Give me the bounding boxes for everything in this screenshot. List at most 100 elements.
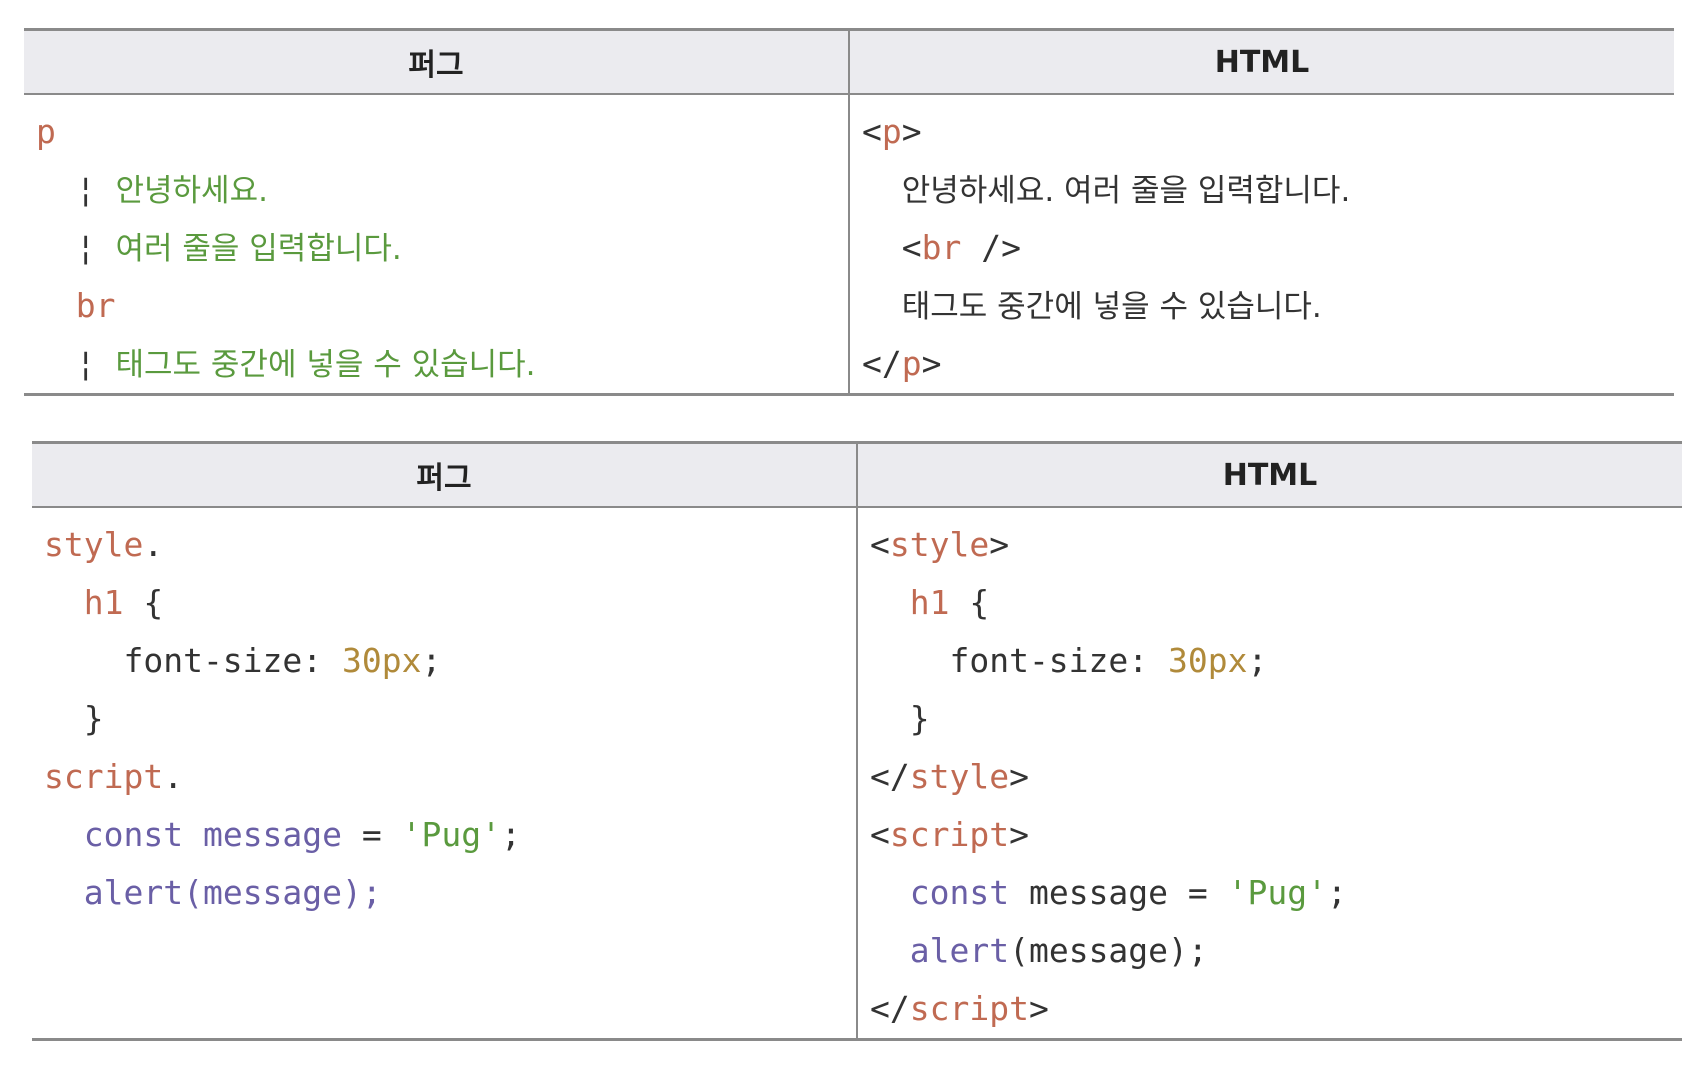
code-token: < [862,228,922,267]
code-line: ¦ 여러 줄을 입력합니다. [36,219,848,277]
code-token: </ [870,757,910,796]
code-token: } [870,699,930,738]
html-code-cell: <style> h1 { font-size: 30px; } </style> <… [856,508,1682,1038]
code-line: const message = 'Pug'; [870,864,1682,922]
code-line: script. [44,748,856,806]
code-token: = [342,815,402,854]
code-line: </style> [870,748,1682,806]
code-line: ¦ 태그도 중간에 넣을 수 있습니다. [36,335,848,393]
code-token: const [909,873,1010,912]
code-line: p [36,103,848,161]
code-line: </p> [862,335,1674,393]
code-token: </ [862,344,902,383]
code-token: script [889,815,1010,854]
code-line: <br /> [862,219,1674,277]
header-html: HTML [848,31,1674,93]
code-token: 'Pug' [1227,873,1327,912]
code-token: /> [961,228,1021,267]
code-line: 태그도 중간에 넣을 수 있습니다. [862,277,1674,335]
code-line: <style> [870,516,1682,574]
code-line: ¦ 안녕하세요. [36,161,848,219]
code-token: ¦ [75,170,116,209]
code-line: </script> [870,980,1682,1038]
code-token: { [949,583,990,622]
code-token: </ [870,989,910,1028]
code-token: ; [1326,873,1347,912]
table-header: 퍼그 HTML [32,444,1682,508]
code-token: < [870,525,890,564]
code-line: 안녕하세요. 여러 줄을 입력합니다. [862,161,1674,219]
code-token: 태그도 중간에 넣을 수 있습니다. [901,289,1322,325]
code-token: ¦ [75,344,116,383]
code-line: alert(message); [870,922,1682,980]
code-token: p [36,112,56,151]
code-line: <p> [862,103,1674,161]
code-token: br [75,286,116,325]
comparison-table-2: 퍼그 HTML style. h1 { font-size: 30px; } sc… [32,441,1682,1041]
code-token: > [1009,757,1029,796]
code-token: > [989,525,1010,564]
code-token: style [44,525,144,564]
code-token: ¦ [75,228,116,267]
code-token: script [909,989,1029,1028]
code-token: h1 [83,583,124,622]
empty-line [44,922,856,980]
header-pug: 퍼그 [416,461,472,496]
code-token: ; [500,815,521,854]
code-token: 30px [1168,641,1248,680]
code-token: > [901,112,922,151]
code-token: 여러 줄을 입력합니다. [115,231,402,267]
code-token: message = [1009,873,1228,912]
code-token: < [862,112,882,151]
code-token: > [1028,989,1049,1028]
code-token: alert(message); [83,873,382,912]
code-token: 30px [342,641,422,680]
table-body: style. h1 { font-size: 30px; } script. co… [32,508,1682,1038]
code-line: font-size: 30px; [870,632,1682,690]
code-token: style [909,757,1010,796]
code-line: h1 { [870,574,1682,632]
code-token: 안녕하세요. 여러 줄을 입력합니다. [901,173,1351,209]
html-code-cell: <p> 안녕하세요. 여러 줄을 입력합니다. <br /> 태그도 중간에 넣… [848,95,1674,393]
table-body: p ¦ 안녕하세요. ¦ 여러 줄을 입력합니다. br ¦ 태그도 중간에 넣… [24,95,1674,393]
code-token: br [921,228,962,267]
code-token: h1 [909,583,950,622]
code-token: p [881,112,902,151]
empty-line [44,980,856,1038]
code-token: p [901,344,922,383]
code-token: ; [421,641,442,680]
header-html: HTML [856,444,1682,506]
code-token: 태그도 중간에 넣을 수 있습니다. [115,347,536,383]
code-token: (message); [1009,931,1208,970]
header-pug: 퍼그 [408,48,464,83]
code-line: } [44,690,856,748]
code-token: < [870,815,890,854]
pug-code-cell: p ¦ 안녕하세요. ¦ 여러 줄을 입력합니다. br ¦ 태그도 중간에 넣… [24,95,848,393]
code-line: h1 { [44,574,856,632]
code-token: alert [909,931,1010,970]
code-token: script [44,757,164,796]
code-token: ; [1247,641,1268,680]
code-line: br [36,277,848,335]
code-token: . [143,525,164,564]
code-token: 'Pug' [401,815,501,854]
code-token: . [163,757,184,796]
code-line: alert(message); [44,864,856,922]
pug-code-cell: style. h1 { font-size: 30px; } script. co… [32,508,856,1038]
code-token: } [44,699,104,738]
code-token: { [123,583,164,622]
comparison-table-1: 퍼그 HTML p ¦ 안녕하세요. ¦ 여러 줄을 입력합니다. br ¦ 태… [24,28,1674,396]
code-token: font-size: [44,641,343,680]
code-token: > [1009,815,1029,854]
